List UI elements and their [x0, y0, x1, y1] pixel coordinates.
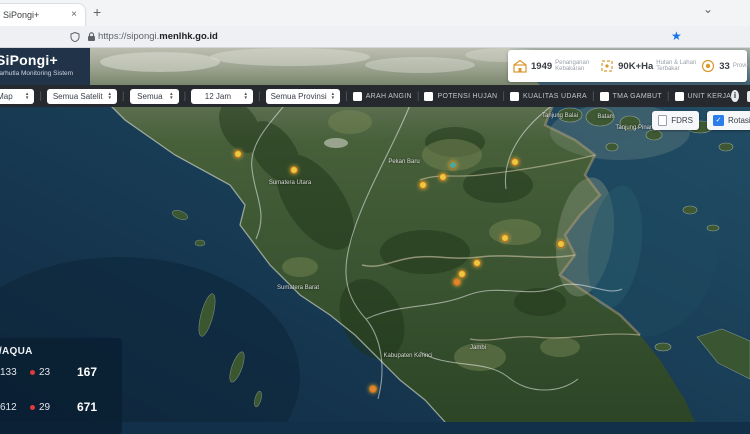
checkbox-icon[interactable] [424, 92, 433, 101]
select-arrows-icon: ▲▼ [107, 92, 111, 100]
stat-value: 1949 [531, 61, 552, 72]
stat-label: Provinsi [733, 63, 750, 70]
stat-value: 33 [719, 61, 730, 72]
area-icon [599, 58, 615, 74]
fdrs-toggle[interactable]: FDRS [652, 111, 699, 130]
checkbox-work-unit[interactable]: UNIT KERJA [675, 92, 732, 101]
checkbox-icon[interactable] [600, 92, 609, 101]
time-range-select[interactable]: 12 Jam ▲▼ [191, 89, 253, 104]
stat-label: Penanganan Kebakaran [555, 60, 599, 73]
map-style-select[interactable]: Density Map ▲▼ [0, 89, 34, 104]
sipongi-logo[interactable]: SiPongi+ Karhutla Monitoring Sistem [0, 47, 90, 85]
chevron-down-icon[interactable]: ⌄ [703, 2, 713, 16]
confidence-select[interactable]: Semua ▲▼ [130, 89, 179, 104]
summary-stats-panel: 1949 Penanganan Kebakaran 90K+Ha Hutan &… [508, 50, 747, 82]
info-icon[interactable]: i [731, 90, 739, 102]
legend-row: 612 29 671 [0, 400, 122, 414]
tab-title: SiPongi+ [3, 10, 39, 20]
brand-subtitle: Karhutla Monitoring Sistem [0, 70, 73, 77]
checkbox-icon[interactable] [510, 92, 519, 101]
checkbox-icon[interactable] [675, 92, 684, 101]
stat-value: 90K+Ha [618, 61, 653, 72]
brand-name: SiPongi+ [0, 52, 58, 68]
province-select[interactable]: Semua Provinsi ▲▼ [266, 89, 341, 104]
checkbox-air-quality[interactable]: KUALITAS UDARA [510, 92, 587, 101]
rotasi-toggle[interactable]: ✓ Rotasi [707, 111, 750, 130]
select-arrows-icon: ▲▼ [25, 92, 29, 100]
checkbox-icon[interactable]: ✓ [713, 115, 724, 126]
checkbox-peat-water-level[interactable]: TMA GAMBUT [600, 92, 662, 101]
new-tab-button[interactable]: + [93, 4, 101, 20]
address-bar[interactable]: https://sipongi.menlhk.go.id ★ [0, 26, 750, 48]
legend-row: 133 23 167 [0, 365, 122, 379]
select-arrows-icon: ▲▼ [331, 92, 335, 100]
stat-provinces: 33 Provinsi [700, 58, 750, 74]
filter-toolbar: Density Map ▲▼ | Semua Satelit ▲▼ | Semu… [0, 85, 750, 107]
legend-title: TERRA/AQUA [0, 346, 33, 357]
site-info-shield-icon[interactable] [70, 32, 80, 42]
hotspot-count-panel: TERRA/AQUA 133 23 167 612 29 671 [0, 338, 122, 434]
checkbox-wind-direction[interactable]: ARAH ANGIN [353, 92, 412, 101]
red-dot-icon [30, 370, 35, 375]
stat-fire-handling: 1949 Penanganan Kebakaran [512, 58, 599, 74]
stat-label: Hutan & Lahan Terbakar [656, 60, 700, 73]
stat-burned-area: 90K+Ha Hutan & Lahan Terbakar [599, 58, 700, 74]
select-arrows-icon: ▲▼ [169, 92, 173, 100]
fire-station-icon [512, 58, 528, 74]
checkbox-icon[interactable] [658, 115, 667, 126]
lock-icon [87, 32, 96, 42]
browser-tab[interactable]: SiPongi+ × [0, 3, 86, 28]
select-arrows-icon: ▲▼ [243, 92, 247, 100]
satellite-select[interactable]: Semua Satelit ▲▼ [47, 89, 117, 104]
bookmark-star-icon[interactable]: ★ [671, 29, 682, 43]
province-badge-icon [700, 58, 716, 74]
tab-close-icon[interactable]: × [71, 9, 77, 21]
checkbox-rain-potential[interactable]: POTENSI HUJAN [424, 92, 497, 101]
checkbox-icon[interactable] [353, 92, 362, 101]
browser-tab-bar: SiPongi+ × + ⌄ [0, 0, 750, 26]
red-dot-icon [30, 405, 35, 410]
url-text[interactable]: https://sipongi.menlhk.go.id [98, 31, 218, 42]
